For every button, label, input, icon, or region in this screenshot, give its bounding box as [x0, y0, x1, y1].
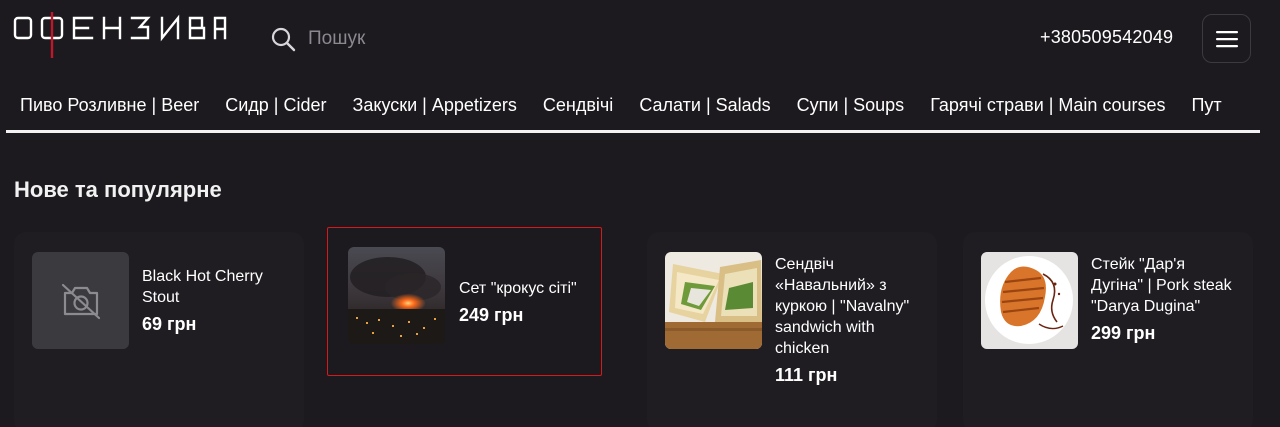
nav-item-main-courses[interactable]: Гарячі страви | Main courses [930, 94, 1165, 116]
phone-number[interactable]: +380509542049 [1040, 27, 1173, 48]
product-list: Black Hot Cherry Stout 69 грн Сет "кроку… [0, 227, 1280, 427]
product-name: Сендвіч «Навальний» з куркою | "Navalny"… [775, 256, 910, 357]
product-card[interactable]: Сет "крокус сіті" 249 грн [327, 227, 602, 376]
site-header: +380509542049 [0, 0, 1280, 80]
hamburger-icon [1215, 30, 1238, 47]
product-name: Сет "крокус сіті" [459, 280, 577, 297]
hamburger-menu-button[interactable] [1202, 14, 1251, 63]
steak-photo [981, 252, 1078, 349]
product-image [981, 252, 1078, 349]
nav-item-salads[interactable]: Салати | Salads [639, 94, 770, 116]
nav-item-sandwiches[interactable]: Сендвічі [543, 94, 613, 116]
product-price: 299 грн [1091, 323, 1156, 343]
product-info: Black Hot Cherry Stout 69 грн [142, 266, 292, 336]
site-logo[interactable] [12, 12, 227, 58]
nav-item-soups[interactable]: Супи | Soups [797, 94, 905, 116]
product-price: 249 грн [459, 305, 524, 325]
search-input[interactable] [308, 28, 528, 50]
product-card[interactable]: Black Hot Cherry Stout 69 грн [14, 232, 304, 427]
product-name: Стейк "Дар'я Дугіна" | Pork steak "Darya… [1091, 256, 1232, 315]
product-price: 69 грн [142, 314, 197, 334]
category-nav: Пиво Розливне | Beer Сидр | Cider Закуск… [0, 82, 1280, 134]
product-image [665, 252, 762, 349]
product-info: Стейк "Дар'я Дугіна" | Pork steak "Darya… [1091, 254, 1241, 345]
product-info: Сет "крокус сіті" 249 грн [459, 278, 599, 327]
product-price: 111 грн [775, 365, 838, 385]
logo-wordmark [13, 12, 227, 58]
section-title: Нове та популярне [14, 177, 222, 202]
product-name: Black Hot Cherry Stout [142, 268, 263, 306]
nav-item-cider[interactable]: Сидр | Cider [225, 94, 326, 116]
product-image [32, 252, 129, 349]
nav-item-next[interactable]: Пут [1191, 94, 1221, 116]
product-info: Сендвіч «Навальний» з куркою | "Navalny"… [775, 254, 925, 387]
nav-item-beer[interactable]: Пиво Розливне | Beer [20, 94, 199, 116]
nav-underline [6, 130, 1260, 133]
product-card[interactable]: Стейк "Дар'я Дугіна" | Pork steak "Darya… [963, 232, 1253, 427]
product-card[interactable]: Сендвіч «Навальний» з куркою | "Navalny"… [647, 232, 937, 427]
no-photo-icon [61, 283, 100, 319]
search-icon[interactable] [270, 26, 296, 52]
sandwich-photo [665, 252, 762, 349]
fire-photo [348, 247, 445, 344]
nav-item-appetizers[interactable]: Закуски | Appetizers [352, 94, 516, 116]
search-bar[interactable] [270, 24, 550, 54]
product-image [348, 247, 445, 344]
